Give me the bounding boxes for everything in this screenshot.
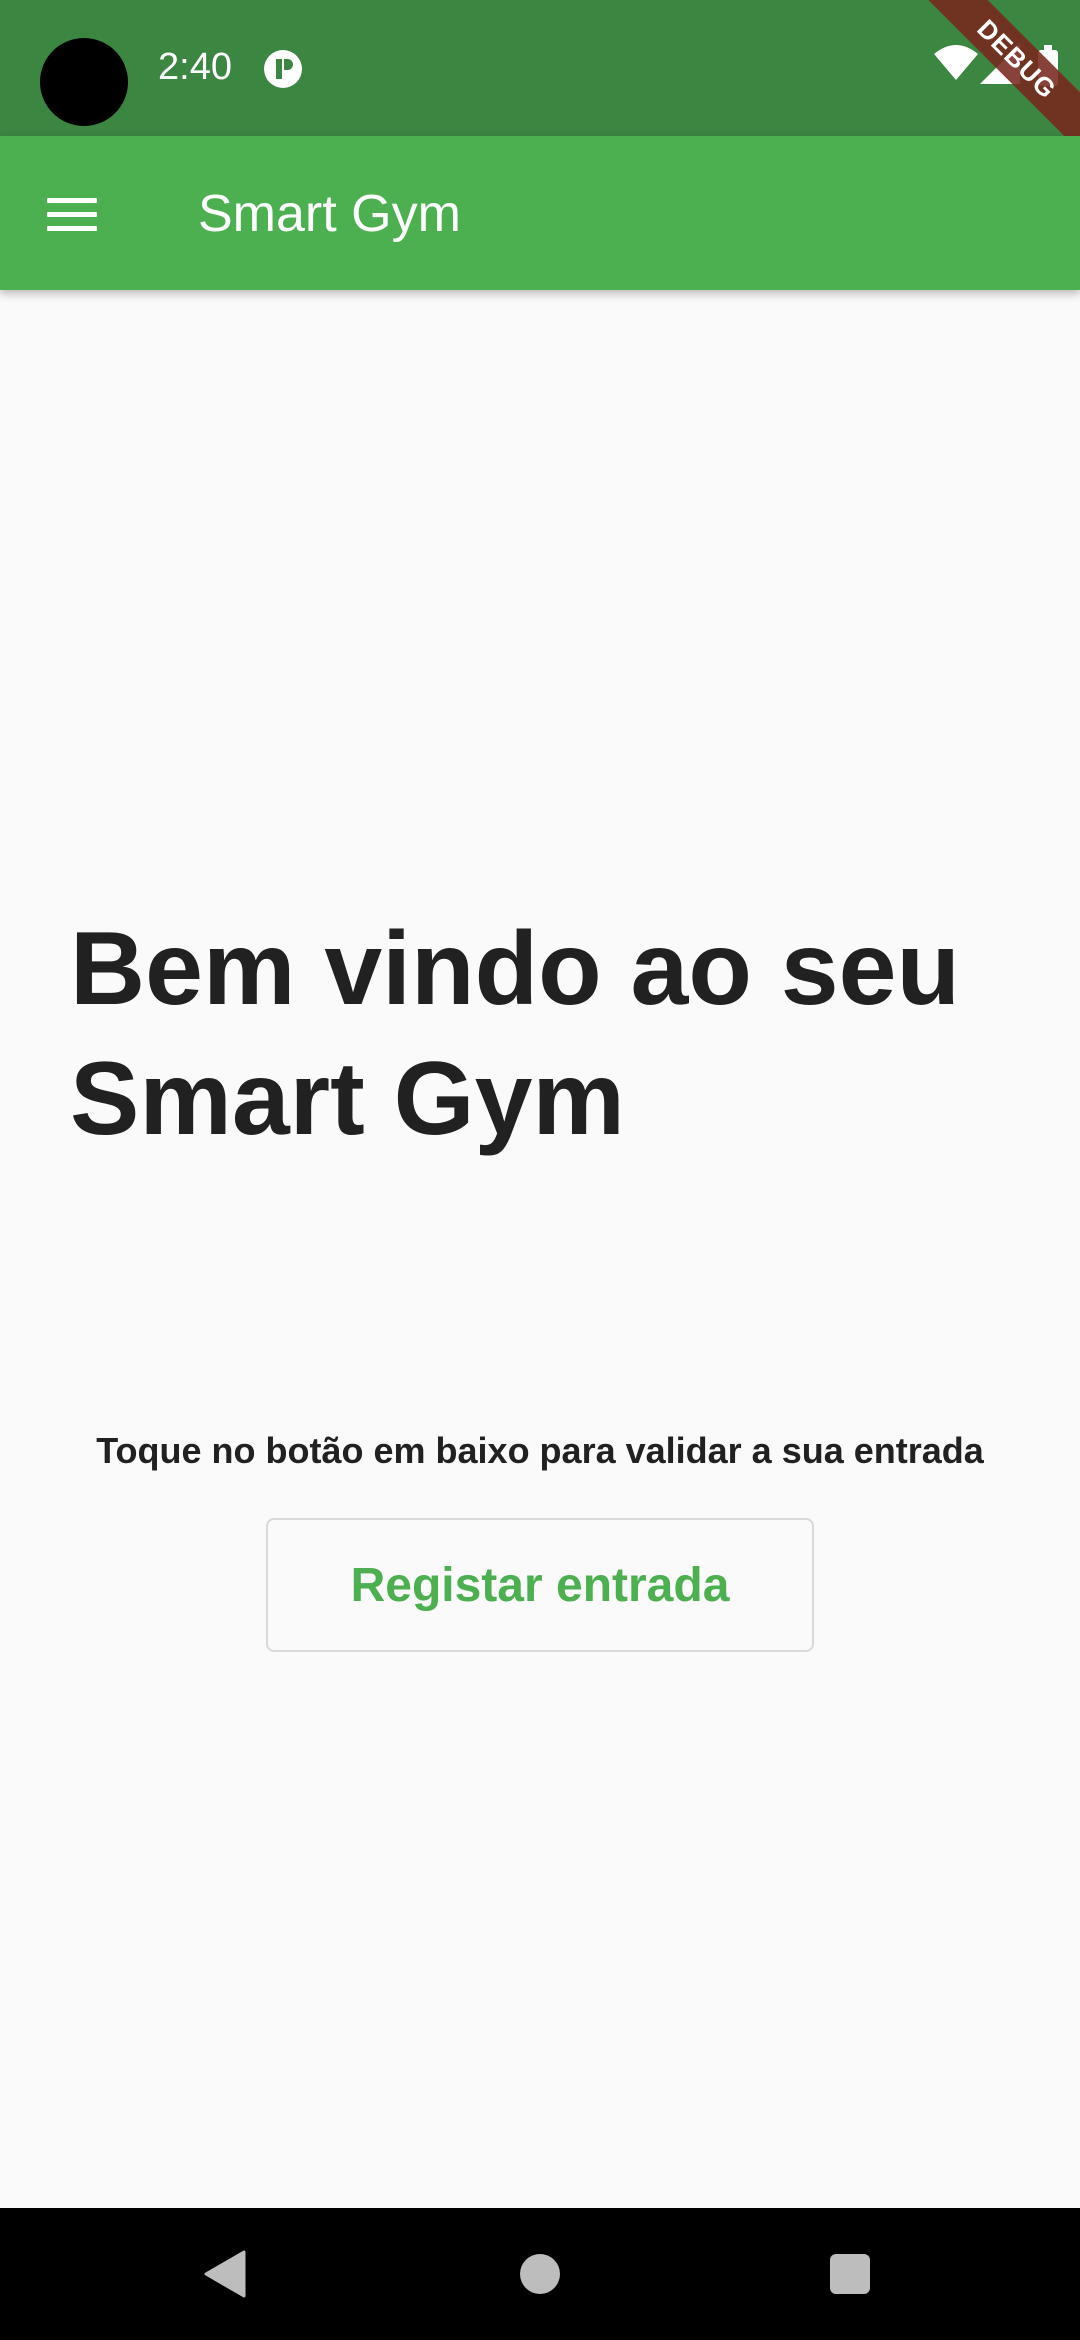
navigation-bar bbox=[0, 2208, 1080, 2340]
wifi-icon bbox=[934, 45, 978, 80]
register-entry-button[interactable]: Registar entrada bbox=[266, 1518, 814, 1652]
status-time: 2:40 bbox=[158, 46, 232, 88]
camera-cutout bbox=[40, 38, 128, 126]
hamburger-menu-icon[interactable] bbox=[22, 164, 122, 264]
screen: 2:40 DEBUG Smart Gym Bem vindo ao seu Sm… bbox=[0, 0, 1080, 2340]
instruction-text: Toque no botão em baixo para validar a s… bbox=[96, 1430, 984, 1471]
home-icon[interactable] bbox=[520, 2254, 560, 2294]
menu-bar-line bbox=[47, 211, 97, 217]
back-icon[interactable] bbox=[204, 2250, 248, 2298]
status-bar: 2:40 bbox=[0, 0, 1080, 136]
welcome-title: Bem vindo ao seu Smart Gym bbox=[70, 911, 960, 1157]
app-title: Smart Gym bbox=[198, 185, 461, 243]
menu-bar-line bbox=[47, 197, 97, 203]
app-bar: Smart Gym bbox=[0, 136, 1080, 290]
recents-icon[interactable] bbox=[830, 2254, 870, 2294]
app-notification-icon bbox=[264, 50, 302, 88]
menu-bar-line bbox=[47, 225, 97, 231]
